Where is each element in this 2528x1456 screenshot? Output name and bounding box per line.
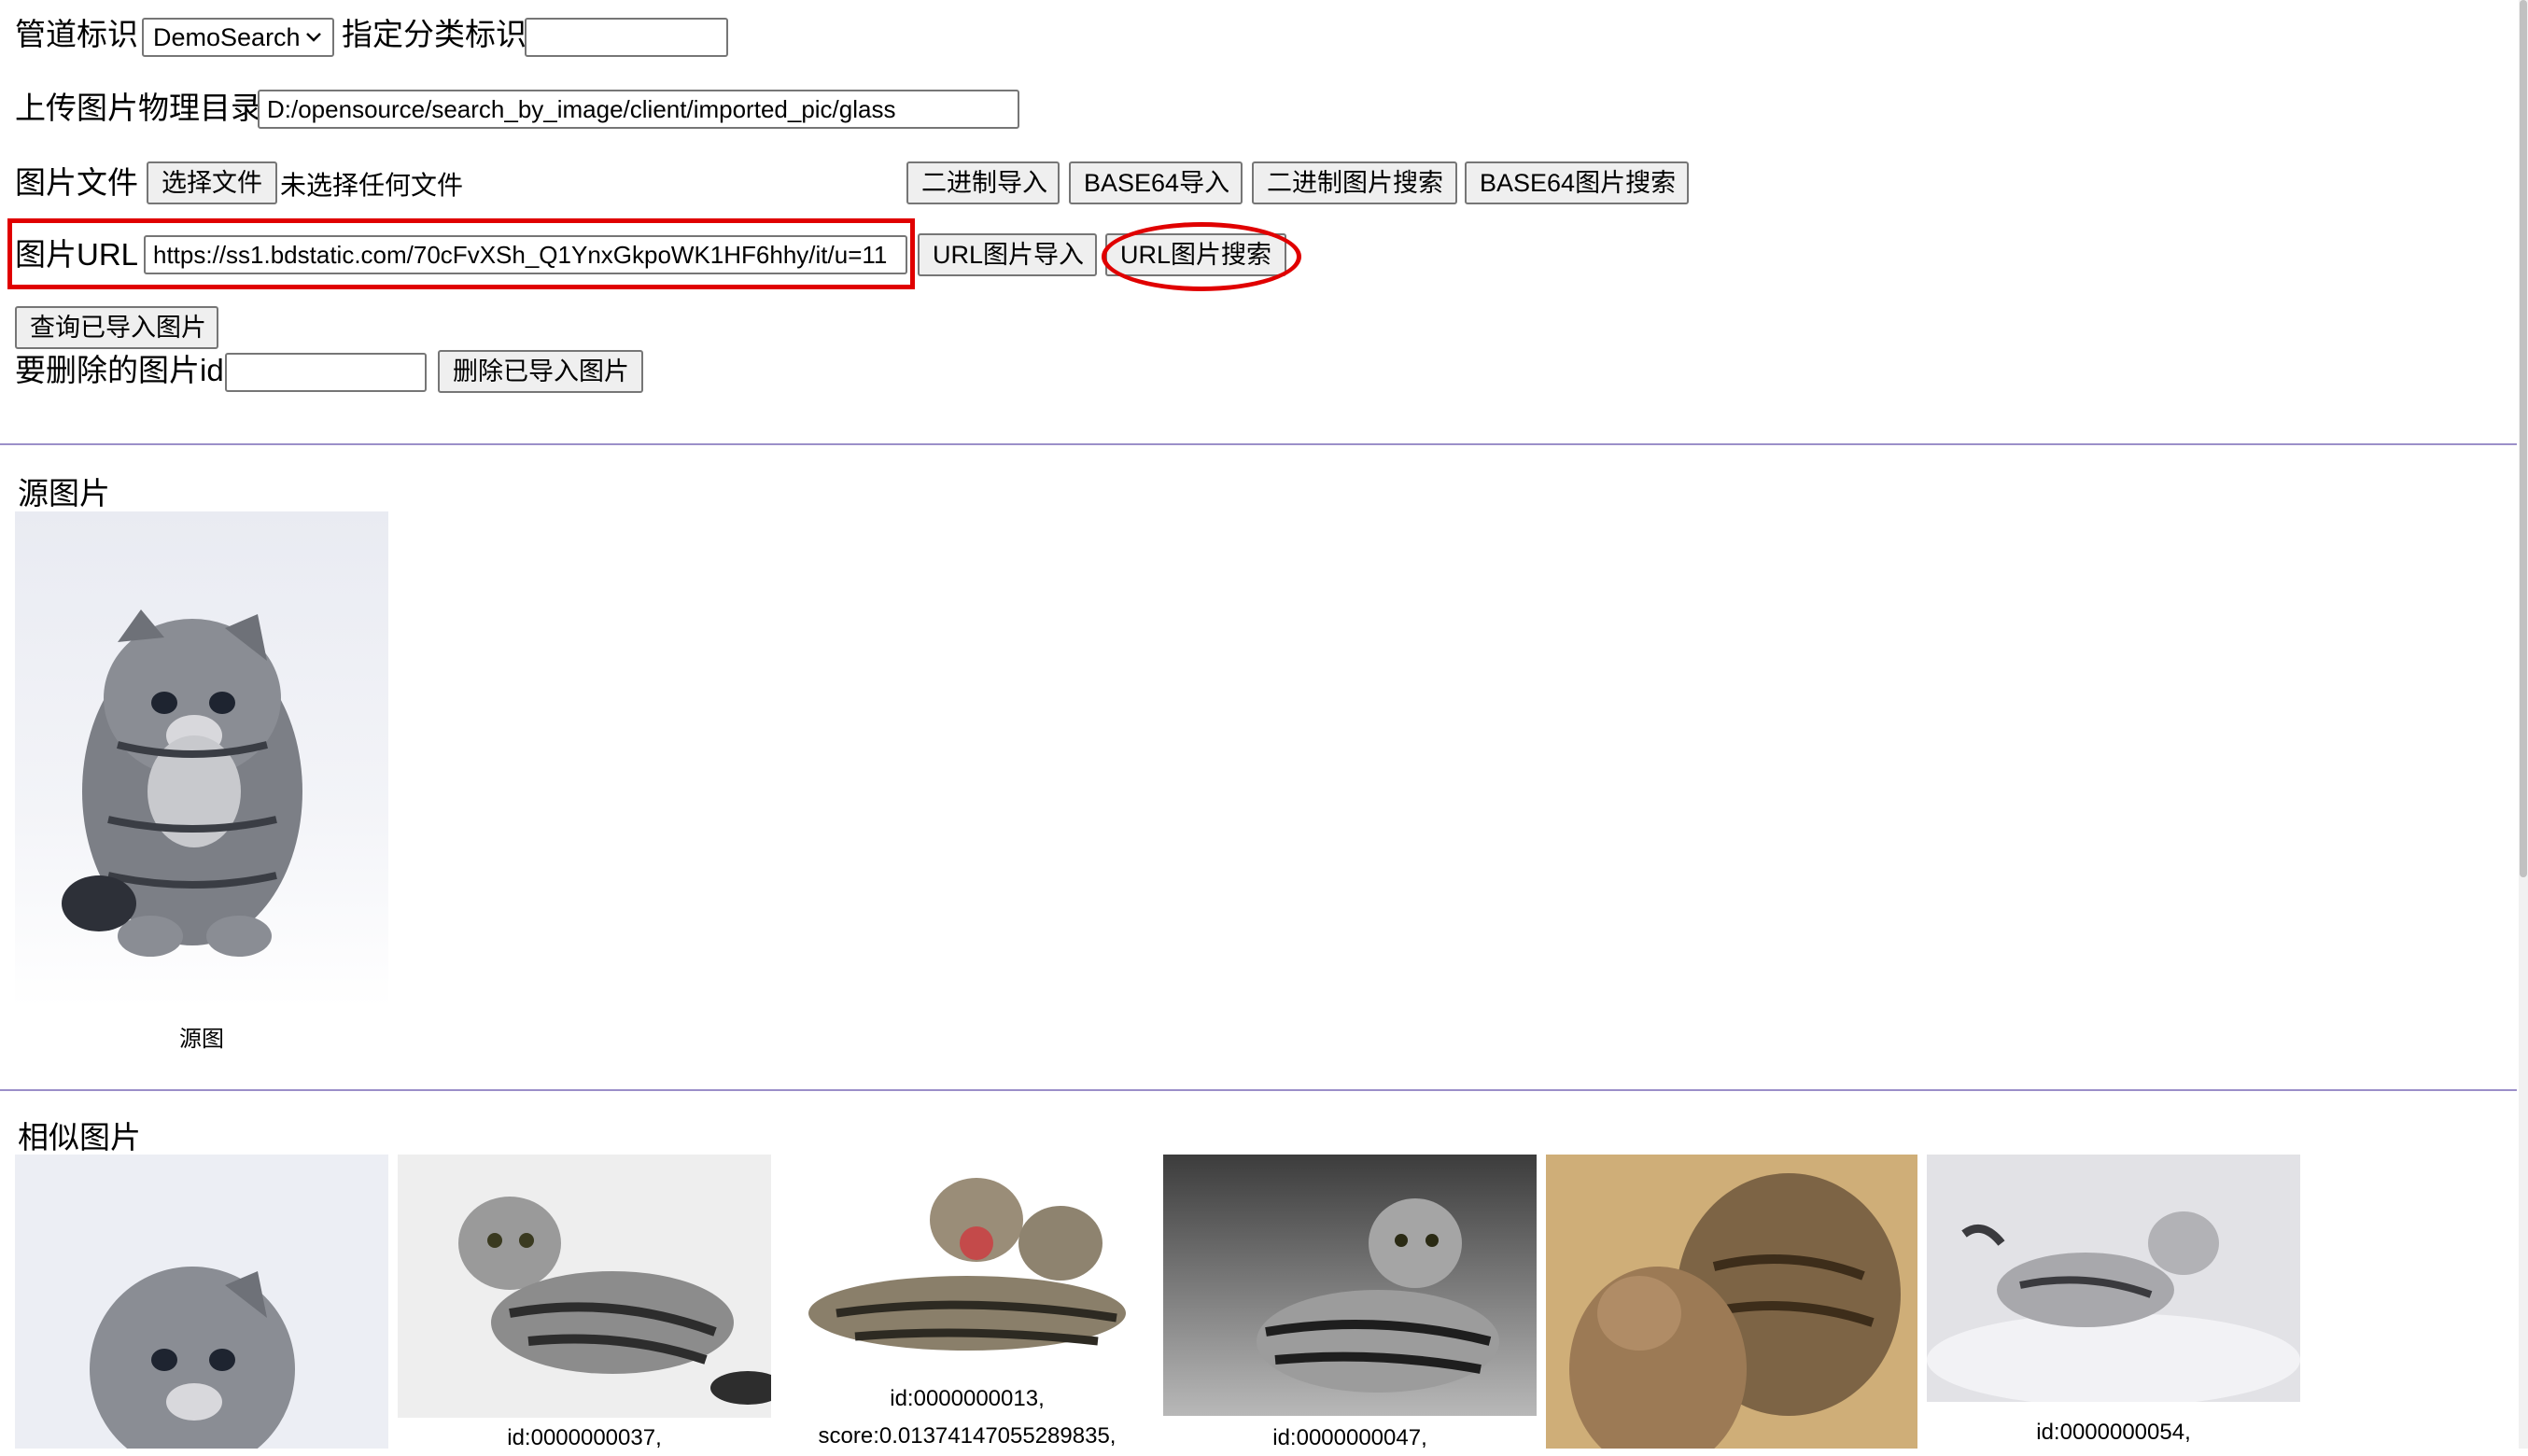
- similar-image: [780, 1155, 1154, 1371]
- divider: [0, 443, 2517, 445]
- delete-id-input[interactable]: [225, 353, 427, 392]
- similar-image: [1163, 1155, 1537, 1416]
- binary-import-button[interactable]: 二进制导入: [906, 161, 1060, 204]
- upload-dir-input[interactable]: D:/opensource/search_by_image/client/imp…: [258, 90, 1019, 129]
- file-label: 图片文件: [15, 165, 138, 200]
- similar-caption-line1: id:0000000054,: [2036, 1420, 2191, 1445]
- url-input[interactable]: https://ss1.bdstatic.com/70cFvXSh_Q1YnxG…: [144, 235, 907, 274]
- url-search-highlight-oval: [1102, 222, 1301, 291]
- divider: [0, 1089, 2517, 1091]
- base64-search-button[interactable]: BASE64图片搜索: [1465, 161, 1689, 204]
- base64-import-button[interactable]: BASE64导入: [1069, 161, 1243, 204]
- delete-imported-button[interactable]: 删除已导入图片: [438, 350, 643, 393]
- binary-search-button[interactable]: 二进制图片搜索: [1252, 161, 1457, 204]
- similar-image: [1546, 1155, 1917, 1449]
- similar-caption-line1: id:0000000013,: [890, 1386, 1045, 1411]
- similar-image: [1927, 1155, 2300, 1402]
- chevron-down-icon: [306, 33, 321, 42]
- delete-id-label: 要删除的图片id: [15, 353, 224, 387]
- source-caption: 源图: [179, 1027, 224, 1052]
- upload-dir-label: 上传图片物理目录: [15, 91, 261, 125]
- scrollbar[interactable]: [2519, 0, 2528, 1449]
- source-heading: 源图片: [18, 476, 110, 511]
- no-file-text: 未选择任何文件: [280, 171, 464, 200]
- pipeline-label: 管道标识: [15, 17, 138, 51]
- category-label: 指定分类标识: [342, 17, 527, 51]
- source-image: [15, 511, 388, 1008]
- choose-file-button[interactable]: 选择文件: [147, 161, 277, 204]
- category-input[interactable]: [525, 18, 728, 57]
- url-import-button[interactable]: URL图片导入: [918, 233, 1097, 276]
- scrollbar-thumb[interactable]: [2520, 0, 2527, 877]
- pipeline-select[interactable]: DemoSearch: [142, 18, 334, 57]
- similar-image: [15, 1155, 388, 1449]
- url-label: 图片URL: [15, 237, 139, 272]
- query-imported-button[interactable]: 查询已导入图片: [15, 306, 218, 349]
- similar-caption-line1: id:0000000037,: [507, 1425, 662, 1450]
- similar-image: [398, 1155, 771, 1418]
- similar-caption-line1: id:0000000047,: [1272, 1425, 1427, 1450]
- similar-heading: 相似图片: [18, 1120, 141, 1155]
- pipeline-select-value: DemoSearch: [153, 23, 301, 51]
- similar-caption-line2: score:0.01374147055289835,: [818, 1423, 1117, 1449]
